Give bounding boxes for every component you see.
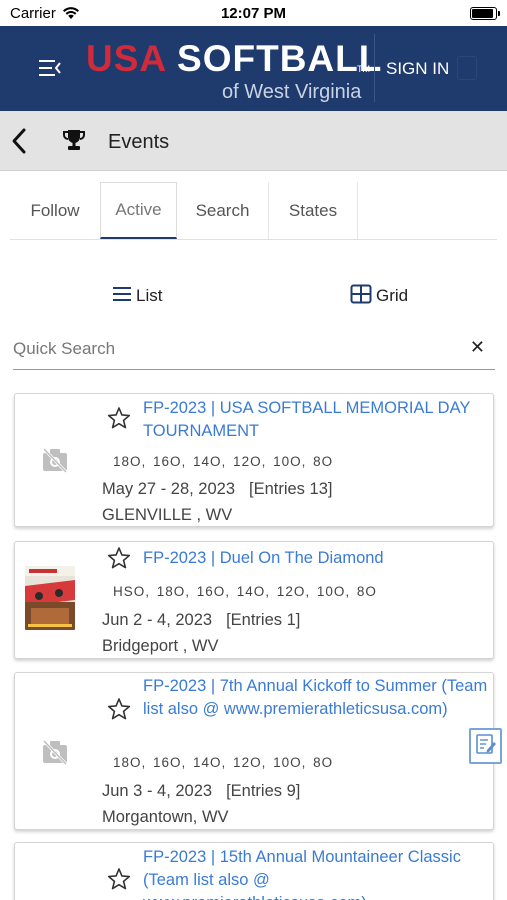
follow-star-icon[interactable] <box>107 697 131 726</box>
event-entries: [Entries 1] <box>226 611 301 629</box>
event-entries: [Entries 9] <box>226 782 301 800</box>
trophy-icon <box>62 128 86 157</box>
tab-states[interactable]: States <box>269 182 358 239</box>
tab-search[interactable]: Search <box>177 182 269 239</box>
status-bar: Carrier 12:07 PM <box>0 0 507 26</box>
event-divisions: 18O, 16O, 14O, 12O, 10O, 8O <box>113 755 334 770</box>
edit-note-icon <box>475 733 497 760</box>
event-date-range: Jun 2 - 4, 2023 <box>102 611 213 629</box>
event-dates: May 27 - 28, 2023 [Entries 13] <box>102 480 332 499</box>
clock: 12:07 PM <box>220 5 287 22</box>
page-title: Events <box>108 131 170 153</box>
usa-softball-wv-logo[interactable]: USA SOFTBALL TM of West Virginia <box>86 38 381 104</box>
quick-search-input[interactable] <box>13 336 453 362</box>
logo-trademark: TM <box>357 64 370 74</box>
quick-search-bar: ✕ <box>13 332 495 370</box>
event-title-link[interactable]: FP-2023 | USA SOFTBALL MEMORIAL DAY TOUR… <box>143 397 488 443</box>
list-view-button[interactable]: List <box>112 284 162 308</box>
feedback-note-button[interactable] <box>469 728 502 764</box>
no-image-icon <box>41 739 69 770</box>
tab-follow[interactable]: Follow <box>10 182 100 239</box>
header-placeholder-icon <box>457 56 477 80</box>
events-subheader: Events <box>0 111 507 171</box>
follow-star-icon[interactable] <box>107 546 131 575</box>
event-card[interactable]: FP-2023 | USA SOFTBALL MEMORIAL DAY TOUR… <box>14 393 494 527</box>
grid-icon <box>350 284 372 309</box>
event-location: Bridgeport , WV <box>102 637 219 655</box>
event-location: Morgantown, WV <box>102 808 229 826</box>
grid-view-label: Grid <box>376 286 409 305</box>
event-flyer-thumbnail <box>25 566 75 630</box>
event-divisions: HSO, 18O, 16O, 14O, 12O, 10O, 8O <box>113 584 377 599</box>
follow-star-icon[interactable] <box>107 867 131 896</box>
event-dates: Jun 3 - 4, 2023 [Entries 9] <box>102 782 300 801</box>
logo-subtitle: of West Virginia <box>222 81 362 103</box>
event-divisions: 18O, 16O, 14O, 12O, 10O, 8O <box>113 454 334 469</box>
clear-search-icon[interactable]: ✕ <box>470 337 485 358</box>
event-date-range: Jun 3 - 4, 2023 <box>102 782 213 800</box>
event-title-link[interactable]: FP-2023 | 15th Annual Mountaineer Classi… <box>143 846 488 900</box>
event-date-range: May 27 - 28, 2023 <box>102 480 235 498</box>
list-icon <box>112 285 132 308</box>
event-entries: [Entries 13] <box>249 480 333 498</box>
event-tabs: Follow Active Search States <box>10 182 497 240</box>
event-location: GLENVILLE , WV <box>102 506 233 524</box>
grid-view-button[interactable]: Grid <box>350 284 408 308</box>
event-title-link[interactable]: FP-2023 | Duel On The Diamond <box>143 547 488 570</box>
no-image-icon <box>41 447 69 478</box>
follow-star-icon[interactable] <box>107 406 131 435</box>
tab-active[interactable]: Active <box>100 182 177 239</box>
event-card[interactable]: FP-2023 | 7th Annual Kickoff to Summer (… <box>14 672 494 830</box>
app-header: USA SOFTBALL TM of West Virginia SIGN IN <box>0 26 507 111</box>
back-icon[interactable] <box>10 127 28 160</box>
event-title-link[interactable]: FP-2023 | 7th Annual Kickoff to Summer (… <box>143 675 488 721</box>
header-divider <box>374 34 375 102</box>
event-card[interactable]: FP-2023 | 15th Annual Mountaineer Classi… <box>14 842 494 900</box>
event-dates: Jun 2 - 4, 2023 [Entries 1] <box>102 611 300 630</box>
event-card[interactable]: FP-2023 | Duel On The Diamond HSO, 18O, … <box>14 541 494 659</box>
menu-icon[interactable] <box>38 58 62 83</box>
battery-icon <box>470 7 500 20</box>
sign-in-button[interactable]: SIGN IN <box>386 59 449 79</box>
list-view-label: List <box>136 286 163 305</box>
logo-wordmark: USA SOFTBALL <box>86 38 383 79</box>
